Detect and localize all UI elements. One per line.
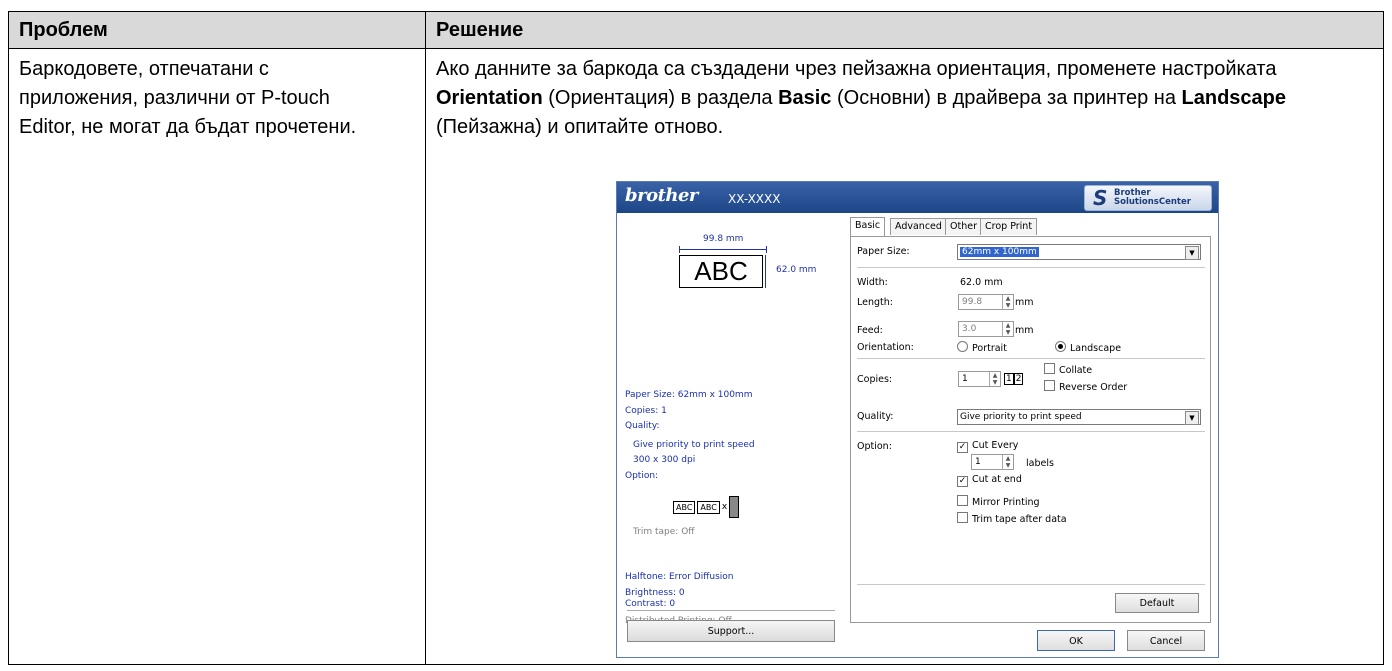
checkmark-icon: ✓: [957, 476, 968, 487]
ok-button[interactable]: OK: [1037, 630, 1115, 651]
width-value: 62.0 mm: [960, 277, 1003, 288]
reverse-order-checkbox[interactable]: Reverse Order: [1044, 380, 1127, 393]
checkmark-icon: ✓: [957, 442, 968, 453]
info-contrast: Contrast: 0: [625, 599, 676, 609]
solutions-center-button[interactable]: S Brother SolutionsCenter: [1084, 185, 1212, 211]
length-unit: mm: [1015, 297, 1034, 308]
length-label: Length:: [857, 297, 893, 308]
height-dimension-line: [765, 255, 766, 288]
orientation-term: Orientation: [436, 87, 543, 109]
support-button[interactable]: Support...: [627, 620, 835, 642]
dialog-header: brother XX-XXXX S Brother SolutionsCenter: [617, 182, 1218, 213]
dropdown-arrow-icon: ▼: [1185, 246, 1199, 260]
dropdown-arrow-icon: ▼: [1185, 411, 1199, 425]
info-trim-tape: Trim tape: Off: [633, 527, 695, 537]
problem-text: Баркодовете, отпечатани с приложения, ра…: [19, 58, 357, 138]
spinner-arrows-icon: ▲ ▼: [1002, 322, 1013, 336]
landscape-term: Landscape: [1181, 87, 1286, 109]
printer-driver-dialog-screenshot: brother XX-XXXX S Brother SolutionsCenter…: [616, 181, 1219, 658]
info-copies: Copies: 1: [625, 406, 667, 416]
labels-unit: labels: [1026, 458, 1054, 469]
option-label: Option:: [857, 441, 892, 452]
length-spinner[interactable]: 99.8 ▲ ▼: [958, 294, 1014, 310]
feed-label: Feed:: [857, 325, 883, 336]
spinner-arrows-icon: ▲ ▼: [1002, 455, 1013, 469]
cut-icon: x: [721, 502, 728, 512]
portrait-radio[interactable]: Portrait: [957, 341, 1007, 354]
solutions-center-icon: S: [1093, 186, 1108, 210]
default-button[interactable]: Default: [1115, 593, 1199, 613]
preview-separator: [627, 610, 835, 611]
info-resolution: 300 x 300 dpi: [633, 455, 696, 465]
feed-spinner[interactable]: 3.0 ▲ ▼: [958, 321, 1014, 337]
collate-pages-icon: 12: [1004, 373, 1024, 385]
tab-advanced[interactable]: Advanced: [890, 218, 947, 235]
width-label: Width:: [857, 277, 888, 288]
quality-select[interactable]: Give priority to print speed ▼: [957, 409, 1201, 425]
basic-term: Basic: [778, 87, 832, 109]
paper-size-select[interactable]: 62mm x 100mm ▼: [957, 244, 1201, 260]
feed-unit: mm: [1015, 325, 1034, 336]
preview-pane: 99.8 mm ABC 62.0 mm Paper Size: 62mm x 1…: [623, 222, 847, 598]
cancel-button[interactable]: Cancel: [1127, 630, 1205, 651]
paper-size-label: Paper Size:: [857, 246, 910, 257]
mirror-printing-checkbox[interactable]: Mirror Printing: [957, 495, 1040, 508]
orientation-label: Orientation:: [857, 342, 914, 353]
width-dimension-line: [679, 246, 767, 253]
tape-end-icon: [729, 496, 740, 518]
landscape-radio[interactable]: Landscape: [1055, 341, 1121, 354]
header-problem: Проблем: [8, 11, 426, 49]
problem-cell: Баркодовете, отпечатани с приложения, ра…: [8, 48, 426, 665]
spinner-arrows-icon: ▲ ▼: [989, 372, 1000, 386]
model-name: XX-XXXX: [728, 192, 781, 206]
preview-width-label: 99.8 mm: [703, 234, 744, 244]
solution-text: Ако данните за баркода са създадени чрез…: [436, 58, 1286, 138]
copies-spinner[interactable]: 1 ▲ ▼: [958, 371, 1001, 387]
info-quality-label: Quality:: [625, 421, 660, 431]
brother-logo: brother: [625, 185, 698, 206]
tab-basic[interactable]: Basic: [850, 217, 886, 236]
quality-label: Quality:: [857, 411, 894, 422]
spinner-arrows-icon: ▲ ▼: [1002, 295, 1013, 309]
info-halftone: Halftone: Error Diffusion: [625, 572, 734, 582]
option-cut-preview: ABC ABC x: [673, 496, 741, 518]
tab-crop-print[interactable]: Crop Print: [980, 218, 1038, 235]
cut-at-end-checkbox[interactable]: ✓ Cut at end: [957, 474, 1022, 487]
info-brightness: Brightness: 0: [625, 588, 685, 598]
info-paper-size: Paper Size: 62mm x 100mm: [625, 390, 753, 400]
tab-other[interactable]: Other: [945, 218, 982, 235]
label-preview: ABC: [679, 255, 763, 288]
basic-tab-panel: Paper Size: 62mm x 100mm ▼ Width: 62.0 mm…: [850, 236, 1211, 623]
info-option-label: Option:: [625, 471, 659, 481]
copies-label: Copies:: [857, 374, 893, 385]
trim-tape-checkbox[interactable]: Trim tape after data: [957, 512, 1067, 525]
cut-every-spinner[interactable]: 1 ▲ ▼: [971, 454, 1014, 470]
info-quality-value: Give priority to print speed: [633, 440, 755, 450]
preview-height-label: 62.0 mm: [776, 265, 817, 275]
cut-every-checkbox[interactable]: ✓ Cut Every: [957, 440, 1018, 453]
collate-checkbox[interactable]: Collate: [1044, 363, 1092, 376]
radio-off-icon: [957, 341, 968, 352]
header-solution: Решение: [425, 11, 1384, 49]
radio-on-icon: [1055, 341, 1066, 352]
